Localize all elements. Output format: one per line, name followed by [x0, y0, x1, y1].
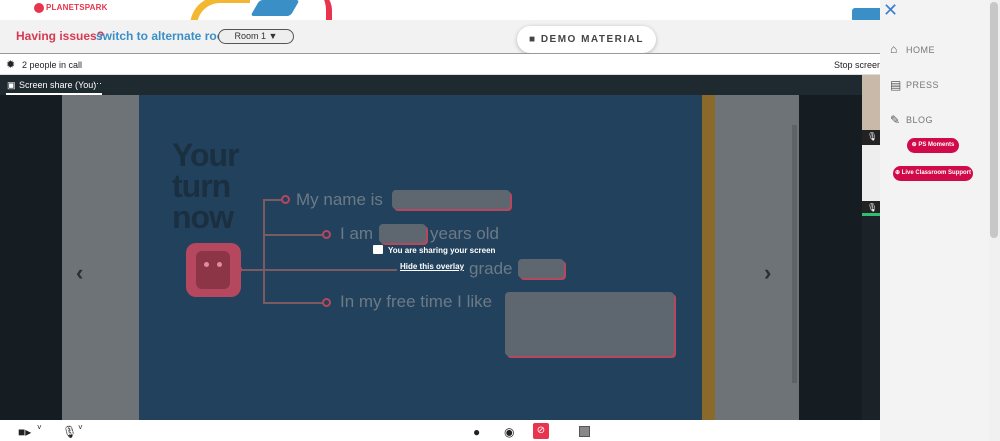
tree-node — [281, 195, 290, 204]
decorative-shape-blue — [250, 0, 300, 16]
room-select[interactable]: Room 1 ▼ — [218, 29, 294, 44]
answer-box — [379, 224, 426, 243]
screen-share-icon — [373, 245, 383, 254]
chevron-right-icon[interactable]: › — [764, 260, 771, 286]
gear-icon[interactable]: ✹ — [6, 58, 15, 71]
whiteboard-icon[interactable] — [579, 426, 590, 437]
stage-margin-right — [799, 95, 862, 420]
prompt-grade: grade — [469, 259, 513, 278]
home-icon: ⌂ — [890, 42, 898, 56]
live-support-button[interactable]: ⊕ Live Classroom Support — [893, 166, 973, 181]
switch-room-link[interactable]: switch to alternate room — [96, 29, 235, 43]
nav-scrollbar-thumb[interactable] — [990, 2, 998, 238]
slide-scrollbar[interactable] — [792, 125, 797, 383]
answer-box — [392, 190, 510, 209]
tree-branch — [263, 234, 325, 236]
stage-margin-left — [0, 95, 62, 420]
slide-gutter-left — [62, 95, 139, 420]
side-nav — [880, 0, 1000, 441]
prompt-years: years old — [430, 224, 499, 243]
answer-box — [505, 292, 674, 356]
stop-share-icon[interactable]: ⊘ — [533, 423, 549, 439]
more-options-icon[interactable]: ··· — [93, 78, 102, 88]
prompt-age: I am — [340, 224, 374, 243]
folder-icon: ■ — [528, 34, 537, 45]
slide-heading: Your turn now — [172, 137, 240, 235]
tree-trunk — [263, 199, 265, 303]
demo-material-button[interactable]: ■ DEMO MATERIAL — [517, 26, 656, 53]
tree-node — [322, 230, 331, 239]
nav-item-blog[interactable]: BLOG — [906, 115, 933, 125]
speaking-indicator — [862, 213, 880, 216]
pencil-icon: ✎ — [890, 113, 901, 127]
camera-icon[interactable]: ■▸ — [18, 425, 31, 439]
call-bar — [0, 54, 880, 75]
prompt-name: My name is — [296, 190, 383, 209]
slide-edge — [702, 95, 715, 420]
sharing-notice: You are sharing your screen — [388, 246, 496, 255]
nav-item-press[interactable]: PRESS — [906, 80, 939, 90]
newspaper-icon: ▤ — [890, 78, 902, 92]
brand-logo[interactable]: PLANETSPARK — [34, 3, 108, 13]
slide-gutter-right — [715, 95, 799, 420]
close-icon[interactable]: ✕ — [883, 0, 898, 21]
tree-branch — [237, 269, 397, 271]
ps-moments-button[interactable]: ⊕ PS Moments — [907, 138, 959, 153]
chevron-left-icon[interactable]: ‹ — [76, 260, 83, 286]
screen-share-icon: ▣ — [7, 80, 16, 90]
robot-eye — [217, 262, 222, 267]
people-icon[interactable]: ● — [473, 425, 480, 439]
robot-eye — [204, 262, 209, 267]
issue-prefix: Having issues? — [16, 29, 105, 43]
app-root: PLANETSPARK Having issues? switch to alt… — [0, 0, 1000, 441]
people-count: 2 people in call — [22, 60, 83, 70]
hide-overlay-link[interactable]: Hide this overlay — [400, 262, 464, 271]
robot-face — [196, 251, 230, 289]
participant-video[interactable] — [862, 75, 880, 130]
chat-icon[interactable]: ◉ — [504, 425, 514, 439]
tab-screen-share[interactable]: Screen share (You) — [19, 80, 96, 90]
tree-branch — [263, 302, 325, 304]
tab-bar — [0, 75, 862, 95]
stop-screen-button[interactable]: Stop screen — [834, 60, 882, 70]
prompt-free-time: In my free time I like — [340, 292, 493, 311]
nav-item-home[interactable]: HOME — [906, 45, 935, 55]
chevron-down-icon[interactable]: ˅ — [37, 423, 42, 432]
microphone-icon[interactable]: 🎙 — [62, 425, 77, 439]
tree-node — [322, 298, 331, 307]
mic-icon: 🎙 — [867, 132, 878, 141]
answer-box — [518, 259, 564, 278]
control-bar — [0, 420, 880, 441]
participant-video[interactable] — [862, 145, 880, 201]
chevron-down-icon[interactable]: ˅ — [78, 423, 83, 432]
mic-icon: 🎙 — [867, 203, 878, 212]
logo-mascot-icon — [34, 3, 44, 13]
